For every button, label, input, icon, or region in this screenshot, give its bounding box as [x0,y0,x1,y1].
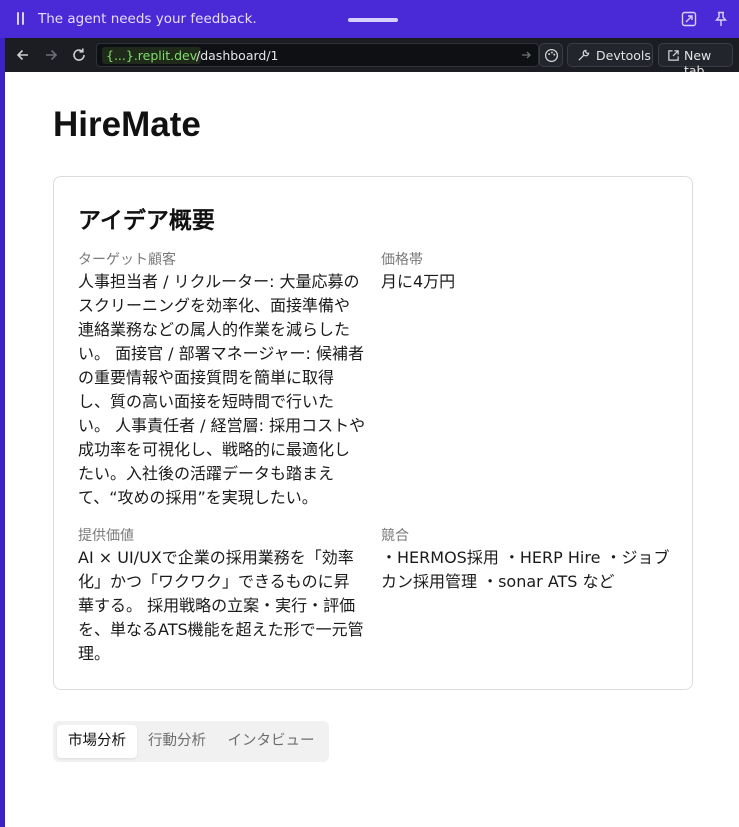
value-value: AI × UI/UXで企業の採用業務を「効率 化」かつ「ワクワク」できるものに昇… [78,546,364,666]
forward-arrow-icon[interactable] [42,46,60,64]
value-line: 理。 [78,644,111,663]
external-link-icon [668,50,679,61]
competitors-line: ・HERMOS採用 ・HERP Hire ・ジョブ [381,548,670,567]
url-host: {...}.replit.dev [102,47,202,64]
browser-toolbar: {...}.replit.dev /dashboard/1 Devtools N… [5,38,739,78]
target-label: ターゲット顧客 [78,252,176,268]
target-line: て、“攻めの採用”を実現したい。 [78,488,318,507]
target-line: 成功率を可視化し、戦略的に最適化し [78,440,351,459]
price-value: 月に4万円 [381,270,455,294]
value-line: を、単なるATS機能を超えた形で一元管 [78,620,364,639]
expand-icon[interactable] [681,11,697,27]
url-path: /dashboard/1 [196,48,279,63]
target-line: い。 人事責任者 / 経営層: 採用コストや [78,416,366,435]
url-bar[interactable]: {...}.replit.dev /dashboard/1 [96,43,539,67]
target-line: し、質の高い面接を短時間で行いた [78,392,335,411]
palette-icon [544,48,559,63]
back-arrow-icon[interactable] [14,46,32,64]
value-line: AI × UI/UXで企業の採用業務を「効率 [78,548,354,567]
page-content: HireMate アイデア概要 ターゲット顧客 人事担当者 / リクルーター: … [5,72,739,827]
palette-button[interactable] [539,43,563,67]
tab-behavior-analysis[interactable]: 行動分析 [139,725,215,758]
analysis-tabs: 市場分析 行動分析 インタビュー [53,721,329,762]
value-line: 華する。 採用戦略の立案・実行・評価 [78,596,356,615]
price-label: 価格帯 [381,252,423,268]
target-line: 人事担当者 / リクルーター: 大量応募の [78,272,360,291]
value-label: 提供価値 [78,528,134,544]
tab-market-analysis[interactable]: 市場分析 [57,725,137,758]
agent-feedback-bar: The agent needs your feedback. [0,0,739,38]
target-line: 連絡業務などの属人的作業を減らした [78,320,351,339]
price-line: 月に4万円 [381,272,456,291]
target-line: い。 面接官 / 部署マネージャー: 候補者 [78,344,365,363]
competitors-line: カン採用管理 ・sonar ATS など [381,572,615,591]
wrench-icon [578,49,590,61]
target-value: 人事担当者 / リクルーター: 大量応募の スクリーニングを効率化、面接準備や … [78,270,365,510]
card-title: アイデア概要 [78,208,215,234]
idea-overview-card: アイデア概要 ターゲット顧客 人事担当者 / リクルーター: 大量応募の スクリ… [53,176,693,690]
competitors-label: 競合 [381,528,409,544]
devtools-label: Devtools [596,48,651,63]
pause-icon[interactable] [14,12,26,26]
tab-interview[interactable]: インタビュー [219,725,323,758]
drag-handle[interactable] [348,18,398,22]
page-title: HireMate [53,105,201,144]
value-line: 化」かつ「ワクワク」できるものに昇 [78,572,350,591]
devtools-button[interactable]: Devtools [567,43,653,67]
pin-icon[interactable] [713,11,729,27]
agent-feedback-message: The agent needs your feedback. [38,11,257,27]
target-line: スクリーニングを効率化、面接準備や [78,296,351,315]
new-tab-button[interactable]: New tab [658,43,733,78]
target-line: たい。入社後の活躍データも踏まえ [78,464,335,483]
competitors-value: ・HERMOS採用 ・HERP Hire ・ジョブ カン採用管理 ・sonar … [381,546,670,594]
go-arrow-icon[interactable] [520,49,532,61]
target-line: の重要情報や面接質問を簡単に取得 [78,368,335,387]
reload-icon[interactable] [70,46,88,64]
